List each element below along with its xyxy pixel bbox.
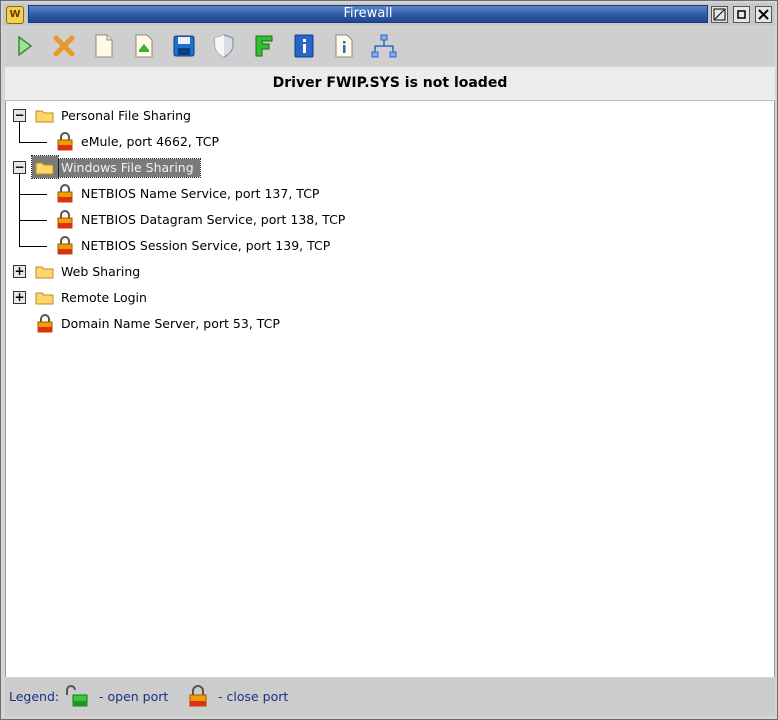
f-letter-icon — [255, 35, 273, 57]
play-icon — [18, 35, 33, 57]
closed-lock-icon — [57, 132, 73, 151]
rule-emule[interactable]: eMule, port 4662, TCP — [81, 133, 219, 151]
info-icon — [294, 34, 314, 58]
folder-icon — [35, 110, 54, 123]
new-document-icon — [95, 34, 113, 58]
toolbar — [3, 28, 775, 66]
group-remote-login[interactable]: Remote Login — [61, 289, 147, 307]
rule-domain-name-server[interactable]: Domain Name Server, port 53, TCP — [61, 315, 280, 333]
new-button[interactable] — [91, 33, 117, 59]
network-icon — [371, 34, 397, 58]
tree-connector — [19, 194, 47, 195]
fwip-button[interactable] — [251, 33, 277, 59]
tree-connector — [19, 121, 20, 142]
legend-close-port: - close port — [218, 689, 289, 704]
legend-label: Legend: — [9, 689, 60, 704]
legend-bar: Legend: - open port - close port — [5, 678, 775, 716]
title-bar[interactable]: W Firewall — [3, 3, 775, 26]
stop-button[interactable] — [51, 33, 77, 59]
shield-button[interactable] — [211, 33, 237, 59]
open-lock-icon — [66, 685, 88, 707]
tree-connector — [19, 173, 20, 246]
info-button[interactable] — [291, 33, 317, 59]
start-button[interactable] — [11, 33, 37, 59]
folder-icon — [35, 292, 54, 305]
tree-connector — [19, 142, 47, 143]
document-info-button[interactable] — [331, 33, 357, 59]
firewall-window: W Firewall Driver FWIP.SYS is not loaded… — [0, 0, 778, 720]
open-icon — [135, 34, 153, 58]
group-windows-file-sharing[interactable]: Windows File Sharing — [58, 158, 201, 178]
legend-open-port: - open port — [99, 689, 169, 704]
rule-netbios-name[interactable]: NETBIOS Name Service, port 137, TCP — [81, 185, 319, 203]
open-button[interactable] — [131, 33, 157, 59]
tree-connector — [19, 246, 47, 247]
floppy-disk-icon — [173, 35, 195, 57]
folder-icon — [35, 266, 54, 279]
network-button[interactable] — [371, 33, 397, 59]
close-icon[interactable] — [755, 6, 772, 23]
rule-netbios-datagram[interactable]: NETBIOS Datagram Service, port 138, TCP — [81, 211, 345, 229]
closed-lock-icon — [189, 685, 207, 707]
resize-icon[interactable] — [711, 6, 728, 23]
tree-connector — [19, 220, 47, 221]
shield-icon — [214, 34, 234, 58]
restore-icon[interactable] — [733, 6, 750, 23]
closed-lock-icon — [57, 210, 73, 229]
group-personal-file-sharing[interactable]: Personal File Sharing — [61, 107, 191, 125]
expand-toggle[interactable]: + — [13, 291, 26, 304]
collapse-toggle[interactable]: − — [13, 161, 26, 174]
rules-tree[interactable]: − Personal File Sharing eMule, port 4662… — [5, 101, 775, 677]
firewall-app-icon[interactable]: W — [6, 6, 24, 24]
window-title: Firewall — [28, 5, 708, 23]
group-web-sharing[interactable]: Web Sharing — [61, 263, 140, 281]
driver-status-message: Driver FWIP.SYS is not loaded — [5, 67, 775, 101]
closed-lock-icon — [57, 236, 73, 255]
document-info-icon — [335, 34, 353, 58]
rule-netbios-session[interactable]: NETBIOS Session Service, port 139, TCP — [81, 237, 330, 255]
save-button[interactable] — [171, 33, 197, 59]
expand-toggle[interactable]: + — [13, 265, 26, 278]
closed-lock-icon — [37, 314, 53, 333]
closed-lock-icon — [57, 184, 73, 203]
collapse-toggle[interactable]: − — [13, 109, 26, 122]
folder-icon — [35, 162, 54, 175]
cross-icon — [53, 35, 75, 57]
